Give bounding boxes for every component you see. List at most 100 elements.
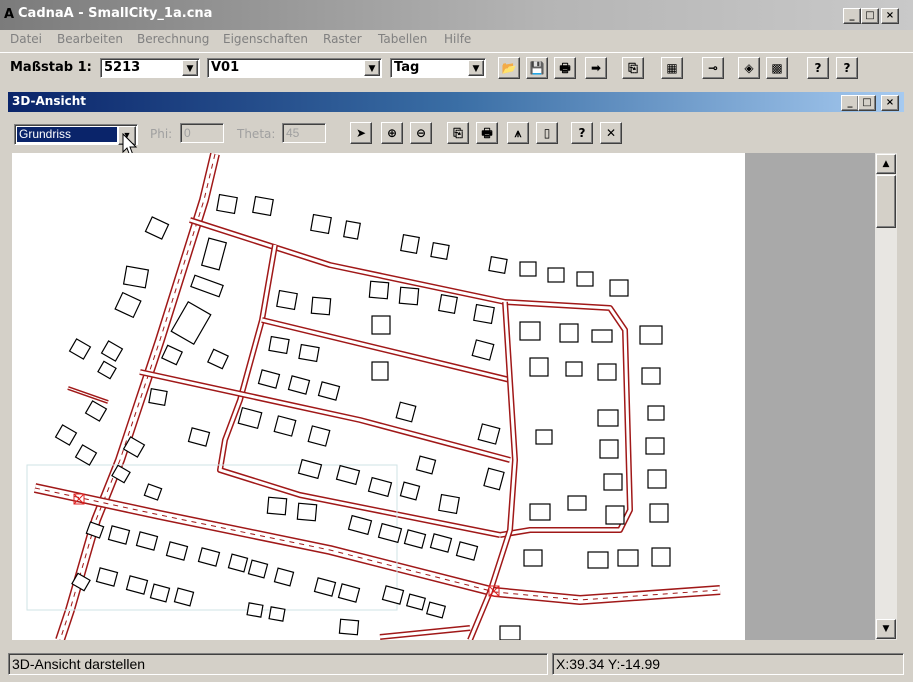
- building: [100, 340, 124, 362]
- menu-raster[interactable]: Raster: [323, 32, 362, 46]
- building: [296, 502, 318, 522]
- building: [273, 567, 295, 587]
- scroll-thumb[interactable]: [876, 175, 896, 228]
- zoom-out-button[interactable]: ⊖: [410, 122, 432, 144]
- help-button[interactable]: ?: [571, 122, 593, 144]
- building: [107, 525, 131, 545]
- maximize-button[interactable]: □: [861, 8, 879, 24]
- save-button[interactable]: 💾: [526, 57, 548, 79]
- scale-label: Maßstab 1:: [10, 60, 92, 75]
- scroll-up-button[interactable]: ▲: [876, 154, 896, 174]
- minimize-button[interactable]: _: [843, 8, 861, 24]
- building: [559, 323, 579, 343]
- building: [276, 289, 298, 311]
- context-help-icon: ?: [814, 61, 822, 75]
- chevron-down-icon[interactable]: ▼: [182, 60, 198, 76]
- zoom-in-button[interactable]: ⊕: [381, 122, 403, 144]
- zoom-out-icon: ⊖: [415, 126, 427, 140]
- road-surface: [379, 626, 471, 639]
- status-message: 3D-Ansicht darstellen: [8, 653, 548, 675]
- menu-berechnung[interactable]: Berechnung: [137, 32, 209, 46]
- period-combo[interactable]: Tag ▼: [390, 58, 486, 78]
- building: [639, 325, 663, 345]
- building: [367, 476, 393, 498]
- theta-input[interactable]: 45: [282, 123, 326, 143]
- site-plan[interactable]: [12, 153, 745, 640]
- building: [471, 339, 495, 361]
- building: [567, 495, 587, 511]
- building: [565, 361, 583, 377]
- building: [523, 549, 543, 567]
- building: [477, 423, 501, 445]
- building: [597, 409, 619, 427]
- open-button[interactable]: 📂: [498, 57, 520, 79]
- status-coordinates: X:39.34 Y:-14.99: [552, 653, 904, 675]
- building: [645, 437, 665, 455]
- building: [603, 473, 623, 491]
- building: [430, 242, 450, 260]
- close-button[interactable]: ✕: [600, 122, 622, 144]
- copy-button[interactable]: ⎘: [447, 122, 469, 144]
- object-button[interactable]: ◈: [738, 57, 760, 79]
- child-minimize-button[interactable]: _: [841, 95, 859, 111]
- chevron-down-icon[interactable]: ▼: [364, 60, 380, 76]
- building: [368, 280, 390, 300]
- view-mode-value: Grundriss: [17, 127, 117, 142]
- building: [587, 551, 609, 569]
- period-value: Tag: [394, 60, 420, 75]
- building: [405, 593, 427, 611]
- copy-icon: ⎘: [628, 61, 638, 75]
- chevron-down-icon[interactable]: ▼: [468, 60, 484, 76]
- menu-hilfe[interactable]: Hilfe: [444, 32, 471, 46]
- building: [609, 279, 629, 297]
- menu-bearbeiten[interactable]: Bearbeiten: [57, 32, 123, 46]
- help-button[interactable]: ?: [836, 57, 858, 79]
- building: [125, 575, 149, 595]
- copy-button[interactable]: ⎘: [622, 57, 644, 79]
- terrain-button[interactable]: ⩚: [507, 122, 529, 144]
- grid-button[interactable]: ▩: [766, 57, 788, 79]
- scale-combo[interactable]: 5213 ▼: [100, 58, 200, 78]
- page-button[interactable]: ▯: [536, 122, 558, 144]
- print-icon: 🖶: [559, 61, 571, 75]
- building: [649, 503, 669, 523]
- variant-combo[interactable]: V01 ▼: [207, 58, 382, 78]
- export-arrow-button[interactable]: ➡: [585, 57, 607, 79]
- building: [651, 547, 671, 567]
- view-mode-combo[interactable]: Grundriss ▼: [14, 124, 138, 145]
- menu-datei[interactable]: Datei: [10, 32, 42, 46]
- menu-eigenschaften[interactable]: Eigenschaften: [223, 32, 308, 46]
- road-surface: [67, 387, 109, 403]
- page-icon: ▯: [543, 126, 551, 140]
- building: [310, 213, 332, 235]
- context-help-button[interactable]: ?: [807, 57, 829, 79]
- select-arrow-button[interactable]: ➤: [350, 122, 372, 144]
- child-title-bar[interactable]: [8, 92, 904, 112]
- help-icon: ?: [843, 61, 851, 75]
- scale-value: 5213: [104, 60, 141, 75]
- building: [647, 405, 665, 421]
- scroll-down-button[interactable]: ▼: [876, 619, 896, 639]
- close-button[interactable]: ×: [881, 8, 899, 24]
- building: [298, 343, 320, 363]
- calculator-button[interactable]: ▦: [661, 57, 683, 79]
- phi-input[interactable]: 0: [180, 123, 224, 143]
- child-maximize-button[interactable]: □: [858, 95, 876, 111]
- building: [237, 406, 263, 430]
- child-close-button[interactable]: ×: [881, 95, 899, 111]
- grid-icon: ▩: [771, 61, 783, 75]
- print-button[interactable]: 🖶: [554, 57, 576, 79]
- map-canvas[interactable]: [12, 153, 745, 640]
- building: [429, 533, 453, 553]
- road-outline: [217, 244, 501, 538]
- building: [165, 541, 189, 561]
- building: [257, 369, 281, 389]
- app-icon[interactable]: A: [4, 8, 16, 22]
- building: [313, 577, 337, 597]
- menu-tabellen[interactable]: Tabellen: [378, 32, 427, 46]
- zoom-in-icon: ⊕: [386, 126, 398, 140]
- building: [499, 625, 521, 640]
- print-button[interactable]: 🖶: [476, 122, 498, 144]
- close-icon: ✕: [605, 126, 617, 140]
- pin-button[interactable]: ⊸: [702, 57, 724, 79]
